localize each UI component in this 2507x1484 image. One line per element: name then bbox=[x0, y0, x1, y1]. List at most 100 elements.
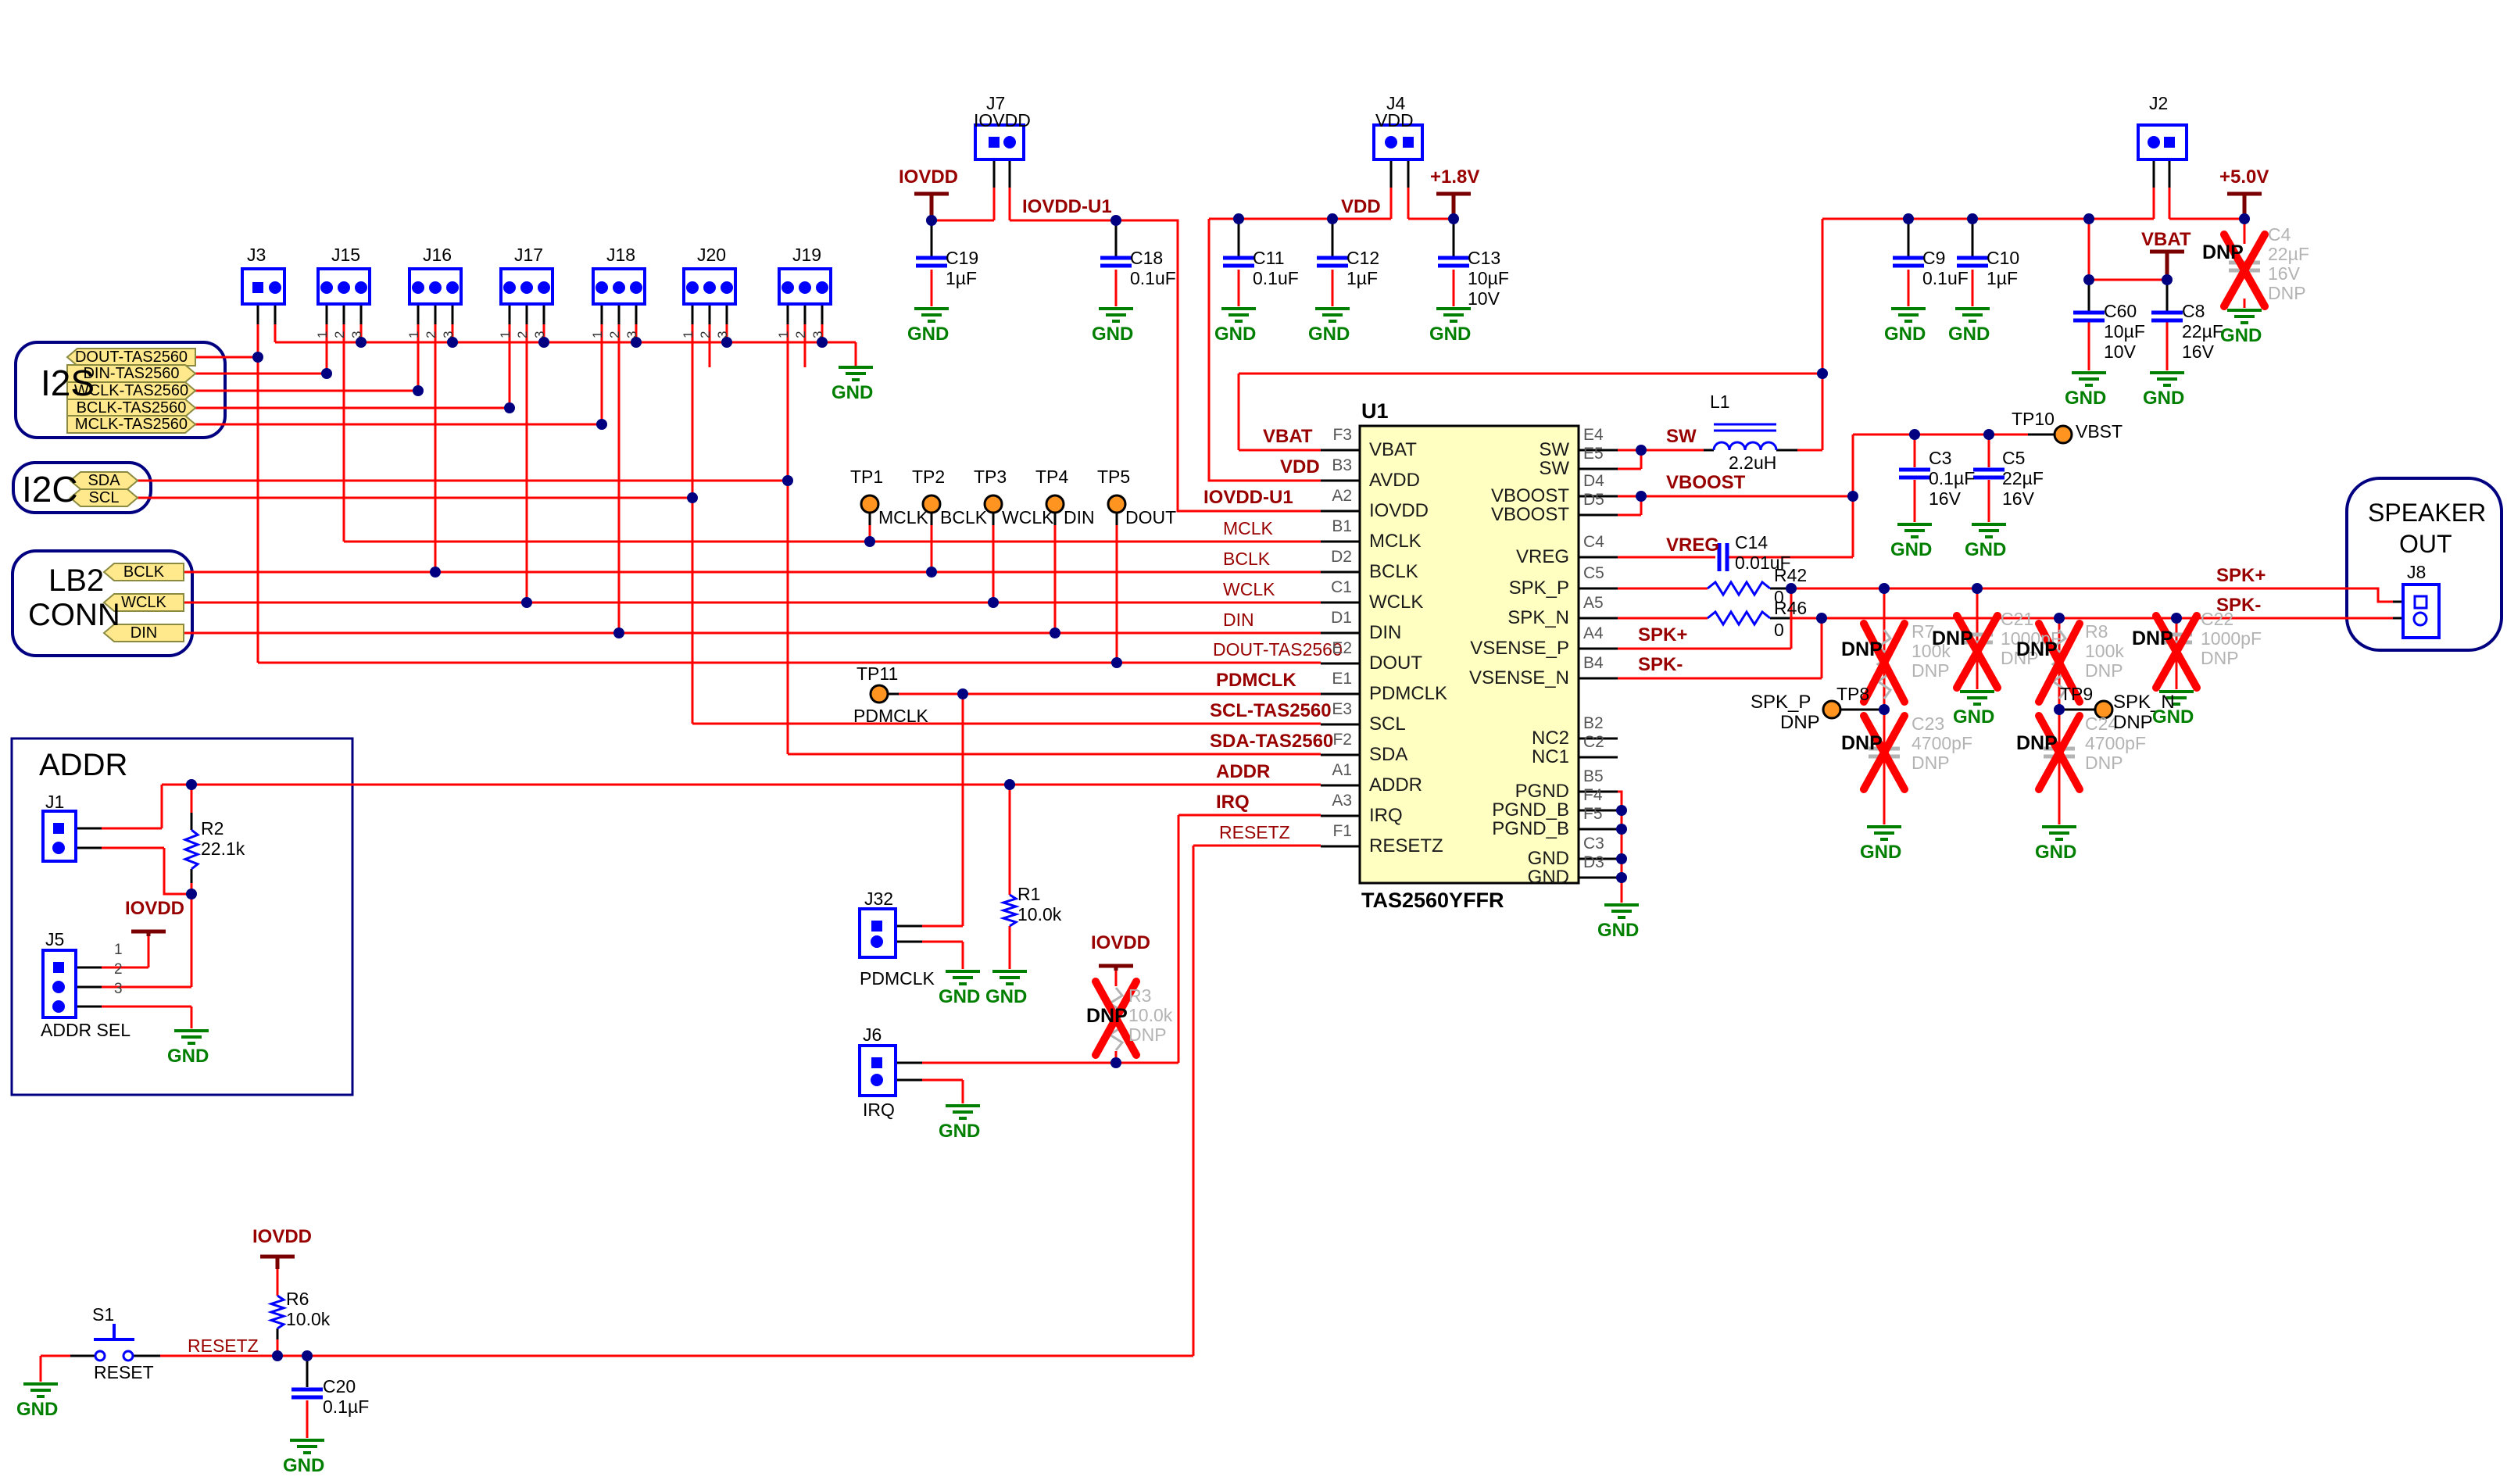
ic-pin-num-E5: E5 bbox=[1583, 445, 1604, 463]
net-flag-label-din: DIN bbox=[104, 625, 184, 642]
ic-pin-name-spk-p: SPK_P bbox=[1374, 578, 1569, 598]
label-j32: J32 bbox=[864, 889, 893, 908]
ic-pin-num-D3: D3 bbox=[1583, 854, 1604, 871]
gnd-label: GND bbox=[1953, 707, 1994, 727]
label-3: 3 bbox=[350, 331, 364, 338]
label-addr: ADDR bbox=[1216, 762, 1270, 781]
label-0.1uf: 0.1uF bbox=[1922, 269, 1969, 288]
label-dnp: DNP bbox=[1128, 1025, 1167, 1044]
ic-pin-num-B4: B4 bbox=[1583, 655, 1604, 672]
ground-symbol bbox=[23, 1384, 58, 1396]
ic-pin-name-gnd: GND bbox=[1374, 867, 1569, 887]
schematic-page: J7IOVDDIOVDDIOVDD-U1C191µFC180.1uFJ4VDDV… bbox=[0, 0, 2507, 1484]
ic-pin-num-F3: F3 bbox=[1314, 427, 1352, 444]
capacitor-symbol-C14 bbox=[1719, 543, 1727, 571]
label-vboost: VBOOST bbox=[1666, 473, 1745, 492]
junction-dot bbox=[631, 337, 642, 348]
ic-pin-num-E4: E4 bbox=[1583, 427, 1604, 444]
label-pdmclk: PDMCLK bbox=[853, 706, 928, 725]
junction-dot bbox=[2171, 613, 2182, 624]
label-10.0k: 10.0k bbox=[1128, 1006, 1172, 1024]
ic-pin-num-A5: A5 bbox=[1583, 595, 1604, 612]
label-2: 2 bbox=[608, 331, 622, 338]
capacitor-symbol bbox=[2151, 313, 2183, 320]
junction-dot bbox=[721, 337, 732, 348]
label-100k: 100k bbox=[2085, 642, 2124, 660]
junction-dot bbox=[1879, 704, 1890, 715]
junction-dot bbox=[596, 419, 607, 430]
gnd-label: GND bbox=[167, 1046, 209, 1066]
gnd-label: GND bbox=[1092, 324, 1133, 344]
ic-pin-name-vboost: VBOOST bbox=[1374, 486, 1569, 506]
gnd-label: GND bbox=[985, 987, 1027, 1007]
label-r42: R42 bbox=[1774, 566, 1807, 585]
junction-dot bbox=[186, 779, 197, 790]
label-spk+: SPK+ bbox=[2216, 566, 2266, 585]
junction-dot bbox=[1816, 613, 1827, 624]
junction-dot bbox=[1110, 1057, 1121, 1068]
label-j20: J20 bbox=[697, 245, 726, 264]
junction-dot bbox=[817, 337, 828, 348]
gnd-label: GND bbox=[1308, 324, 1350, 344]
label-1: 1 bbox=[591, 331, 605, 338]
ic-pin-num-C1: C1 bbox=[1314, 579, 1352, 596]
label-j6: J6 bbox=[863, 1025, 882, 1044]
ground-symbol bbox=[946, 1106, 980, 1118]
label-s1: S1 bbox=[92, 1305, 114, 1324]
gnd-label: GND bbox=[1884, 324, 1926, 344]
label-tp2: TP2 bbox=[912, 467, 945, 486]
ic-pin-name-pgnd: PGND bbox=[1374, 781, 1569, 801]
ground-symbol bbox=[1099, 309, 1133, 321]
ic-pin-num-D1: D1 bbox=[1314, 610, 1352, 627]
label-1µf: 1µF bbox=[946, 269, 977, 288]
capacitor-symbol bbox=[916, 258, 947, 266]
label-0: 0 bbox=[1774, 620, 1784, 639]
label-dnp: DNP bbox=[1932, 628, 1973, 649]
label-pdmclk: PDMCLK bbox=[1216, 670, 1296, 690]
ground-symbol bbox=[914, 309, 949, 321]
label-bclk: BCLK bbox=[1223, 549, 1270, 568]
label-c23: C23 bbox=[1912, 714, 1944, 733]
label-spk: SPK- bbox=[1638, 655, 1683, 674]
gnd-label: GND bbox=[16, 1400, 58, 1419]
label-c22: C22 bbox=[2201, 610, 2233, 628]
net-flag-label-bclk: BCLK bbox=[104, 564, 184, 581]
label-j1: J1 bbox=[45, 792, 64, 811]
ic-pin-name-vsense-p: VSENSE_P bbox=[1374, 638, 1569, 658]
capacitor-symbol bbox=[1957, 258, 1988, 266]
label-0.1uf: 0.1uF bbox=[1253, 269, 1299, 288]
label-iovdd: IOVDD bbox=[125, 899, 184, 918]
label-c18: C18 bbox=[1130, 249, 1163, 267]
testpoint-TP5 bbox=[1108, 495, 1125, 513]
label-22.1k: 22.1k bbox=[201, 839, 245, 858]
label-irq: IRQ bbox=[863, 1100, 895, 1119]
capacitor-symbol bbox=[1973, 470, 2005, 477]
ic-pin-num-D5: D5 bbox=[1583, 492, 1604, 509]
label-j16: J16 bbox=[423, 245, 452, 264]
ground-symbol bbox=[2227, 310, 2262, 323]
gnd-label: GND bbox=[2035, 842, 2076, 862]
switch-S1[interactable] bbox=[94, 1324, 134, 1361]
label-2: 2 bbox=[114, 962, 123, 978]
label-r8: R8 bbox=[2085, 622, 2108, 641]
ground-symbol bbox=[1960, 692, 1994, 704]
label-dnp: DNP bbox=[2016, 733, 2058, 753]
connector-J15 bbox=[318, 269, 370, 304]
gnd-label: GND bbox=[2220, 326, 2262, 345]
junction-dot bbox=[302, 1350, 313, 1361]
junction-dot bbox=[413, 385, 424, 396]
label-dnp: DNP bbox=[2132, 628, 2173, 649]
label-16v: 16V bbox=[2268, 264, 2300, 283]
ground-symbol bbox=[2042, 827, 2076, 839]
ic-pin-num-E1: E1 bbox=[1314, 670, 1352, 688]
gnd-label: GND bbox=[2143, 388, 2184, 408]
label-j15: J15 bbox=[331, 245, 360, 264]
label-iovdd-u1: IOVDD-U1 bbox=[1022, 197, 1112, 216]
resistor-symbol bbox=[185, 830, 198, 869]
capacitor-symbol bbox=[1317, 258, 1348, 266]
label-tp3: TP3 bbox=[974, 467, 1007, 486]
junction-dot bbox=[356, 337, 367, 348]
label-spk+: SPK+ bbox=[1638, 625, 1687, 645]
label-2.2uh: 2.2uH bbox=[1729, 453, 1776, 472]
ic-pin-num-E3: E3 bbox=[1314, 701, 1352, 718]
